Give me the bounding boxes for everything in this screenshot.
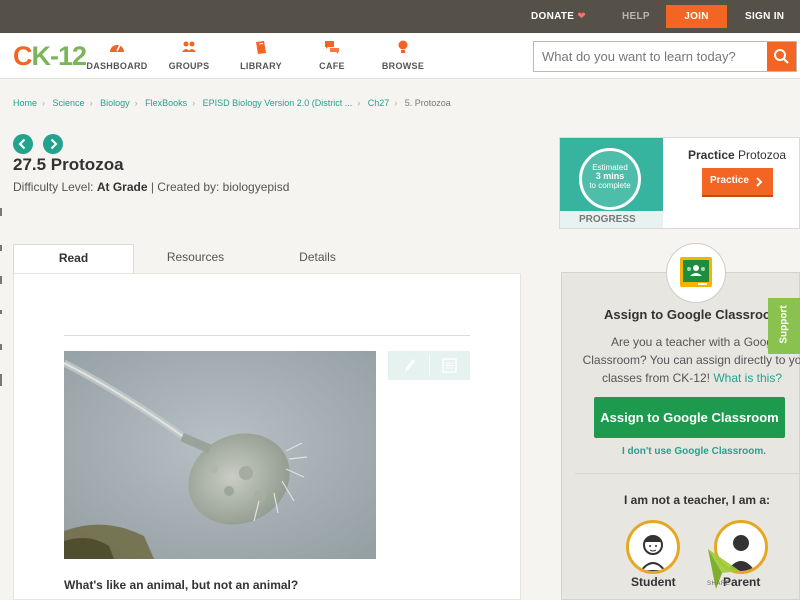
chevron-right-icon [756, 177, 763, 187]
sign-in-link[interactable]: SIGN IN [745, 0, 784, 33]
toolbar-divider [429, 355, 430, 376]
nav-cafe[interactable]: CAFE [292, 40, 372, 71]
logo-c: C [13, 41, 32, 71]
nav-label: DASHBOARD [86, 61, 148, 71]
chevron-left-icon [18, 138, 26, 150]
previous-button[interactable] [13, 134, 33, 154]
breadcrumb-book[interactable]: EPISD Biology Version 2.0 (District ... [203, 98, 353, 108]
assign-description: Are you a teacher with a Goog Classroom?… [572, 333, 800, 387]
google-classroom-icon [680, 257, 712, 287]
share-label: SHARE [707, 581, 731, 587]
donate-label: DONATE [531, 11, 575, 22]
breadcrumb-biology[interactable]: Biology [100, 98, 130, 108]
breadcrumb-separator: › [192, 98, 196, 108]
top-bar: DONATE ❤ HELP JOIN SIGN IN [0, 0, 800, 33]
estimate-line-3: to complete [589, 181, 631, 190]
breadcrumb-separator: › [134, 98, 138, 108]
progress-label: PROGRESS [560, 211, 663, 228]
practice-button-label: Practice [710, 175, 749, 186]
page-title: 27.5 Protozoa [13, 155, 124, 174]
student-label[interactable]: Student [631, 575, 676, 589]
what-is-this-link[interactable]: What is this? [713, 371, 782, 385]
nav-library[interactable]: LIBRARY [221, 40, 301, 71]
edit-toolbar [388, 351, 470, 380]
student-icon [639, 535, 667, 571]
breadcrumb-separator: › [357, 98, 361, 108]
practice-title-bold: Practice [688, 148, 735, 162]
not-teacher-label: I am not a teacher, I am a: [624, 493, 771, 507]
breadcrumb-chapter[interactable]: Ch27 [368, 98, 390, 108]
article-meta: Difficulty Level: At Grade | Created by:… [13, 180, 289, 194]
assign-title: Assign to Google Classroo [604, 307, 771, 322]
assign-text-1: Are you a teacher with a Goog [610, 335, 774, 349]
breadcrumb: Home › Science › Biology › FlexBooks › EPISD… [13, 98, 451, 108]
join-button[interactable]: JOIN [666, 5, 727, 28]
assign-to-google-classroom-button[interactable]: Assign to Google Classroom [594, 397, 785, 438]
library-icon [221, 40, 301, 56]
practice-button[interactable]: Practice [702, 168, 773, 197]
created-by: | Created by: biologyepisd [150, 180, 290, 194]
nav-browse[interactable]: BROWSE [363, 40, 443, 71]
breadcrumb-separator: › [42, 98, 46, 108]
breadcrumb-separator: › [394, 98, 398, 108]
breadcrumb-current: 5. Protozoa [404, 98, 451, 108]
dont-use-google-classroom-link[interactable]: I don't use Google Classroom. [622, 446, 766, 457]
search-button[interactable] [767, 42, 796, 71]
difficulty-label: Difficulty Level: [13, 180, 94, 194]
practice-card: Estimated 3 mins to complete PROGRESS Pr… [559, 137, 800, 229]
notes-icon[interactable] [442, 358, 457, 373]
nav-label: BROWSE [381, 61, 425, 71]
nav-label: CAFE [319, 61, 345, 71]
groups-icon [149, 40, 229, 56]
main-header: CK-12 DASHBOARD GROUPS LIBRARY CAFE BROW… [0, 33, 800, 79]
protozoa-image [64, 351, 376, 559]
dashboard-icon [77, 40, 157, 56]
support-label: Support [778, 305, 790, 344]
chevron-right-icon [50, 138, 58, 150]
breadcrumb-separator: › [89, 98, 93, 108]
tab-read[interactable]: Read [13, 244, 134, 274]
assign-text-2: Classroom? You can assign directly to yo [582, 353, 800, 367]
heart-icon: ❤ [577, 11, 586, 22]
assign-text-3: classes from CK-12! [601, 371, 710, 385]
divider [575, 473, 800, 474]
browse-icon [363, 40, 443, 56]
search-input[interactable] [534, 42, 767, 71]
difficulty-value: At Grade [96, 180, 148, 194]
cafe-icon [292, 40, 372, 56]
search-icon [774, 49, 789, 64]
nav-groups[interactable]: GROUPS [149, 40, 229, 71]
estimate-line-2: 3 mins [595, 171, 625, 181]
estimate-badge: Estimated 3 mins to complete [579, 148, 641, 210]
pencil-icon[interactable] [401, 357, 417, 374]
donate-link[interactable]: DONATE ❤ [531, 0, 586, 33]
nav-label: GROUPS [168, 61, 210, 71]
help-link[interactable]: HELP [622, 0, 650, 33]
nav-label: LIBRARY [240, 61, 282, 71]
divider [64, 335, 470, 336]
next-button[interactable] [43, 134, 63, 154]
student-avatar-button[interactable] [626, 520, 680, 574]
support-tab[interactable]: Support [768, 298, 800, 354]
breadcrumb-flexbooks[interactable]: FlexBooks [145, 98, 187, 108]
breadcrumb-science[interactable]: Science [53, 98, 85, 108]
breadcrumb-home[interactable]: Home [13, 98, 37, 108]
practice-title-rest: Protozoa [734, 148, 787, 162]
practice-image: Estimated 3 mins to complete PROGRESS [560, 138, 663, 228]
nav-dashboard[interactable]: DASHBOARD [77, 40, 157, 71]
article-question: What's like an animal, but not an animal… [64, 578, 299, 592]
practice-title: Practice Protozoa [688, 148, 786, 162]
ck12-logo[interactable]: CK-12 [13, 41, 87, 72]
article-tabs: Read Resources Details [13, 244, 521, 274]
search-box [533, 41, 797, 72]
tab-resources[interactable]: Resources [135, 244, 256, 273]
tab-details[interactable]: Details [257, 244, 378, 273]
